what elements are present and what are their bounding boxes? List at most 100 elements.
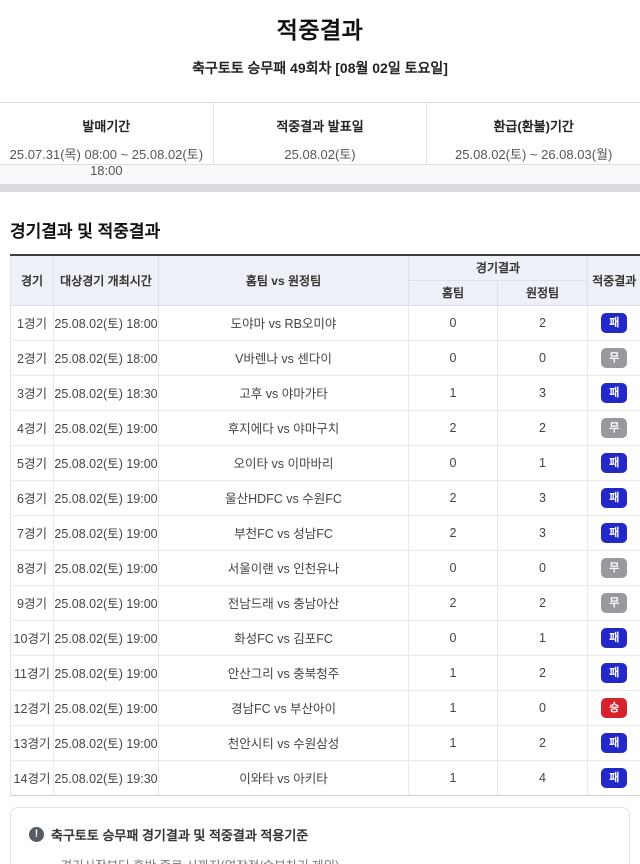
table-row: 4경기 25.08.02(토) 19:00 후지에다 vs 야마구치 2 2 무 <box>11 410 640 445</box>
match-teams: V바렌나 vs 센다이 <box>159 340 409 375</box>
match-time: 25.08.02(토) 19:00 <box>54 585 159 620</box>
match-teams: 도야마 vs RB오미야 <box>159 305 409 340</box>
col-header-teams: 홈팀 vs 원정팀 <box>159 255 409 305</box>
away-score: 3 <box>498 515 588 550</box>
away-score: 0 <box>498 690 588 725</box>
table-row: 10경기 25.08.02(토) 19:00 화성FC vs 김포FC 0 1 … <box>11 620 640 655</box>
hit-result-cell: 무 <box>588 340 640 375</box>
match-number: 8경기 <box>11 550 54 585</box>
match-results-table: 경기 대상경기 개최시간 홈팀 vs 원정팀 경기결과 적중결과 홈팀 원정팀 … <box>10 254 640 796</box>
match-teams: 전남드래 vs 충남아산 <box>159 585 409 620</box>
result-announce-value: 25.08.02(토) <box>214 144 427 163</box>
match-teams: 오이타 vs 이마바리 <box>159 445 409 480</box>
match-time: 25.08.02(토) 18:30 <box>54 375 159 410</box>
hit-result-badge: 패 <box>601 488 627 508</box>
away-score: 0 <box>498 550 588 585</box>
result-announce-date: 적중결과 발표일 25.08.02(토) <box>213 103 427 164</box>
match-number: 14경기 <box>11 760 54 795</box>
hit-result-cell: 패 <box>588 305 640 340</box>
period-info-bar: 발매기간 25.07.31(목) 08:00 ~ 25.08.02(토) 18:… <box>0 102 640 165</box>
section-divider-dark <box>0 184 640 192</box>
match-number: 6경기 <box>11 480 54 515</box>
col-header-match: 경기 <box>11 255 54 305</box>
match-number: 2경기 <box>11 340 54 375</box>
hit-result-cell: 패 <box>588 480 640 515</box>
page: 적중결과 축구토토 승무패 49회차 [08월 02일 토요일] 발매기간 25… <box>0 0 640 864</box>
home-score: 0 <box>409 340 498 375</box>
footer-note-line: - 경기시작부터 후반 종료 시까지(연장전/승부차기 제외) <box>53 855 611 864</box>
info-icon: ! <box>29 827 44 842</box>
match-teams: 고후 vs 야마가타 <box>159 375 409 410</box>
away-score: 0 <box>498 340 588 375</box>
hit-result-cell: 패 <box>588 445 640 480</box>
match-teams: 경남FC vs 부산아이 <box>159 690 409 725</box>
away-score: 2 <box>498 410 588 445</box>
match-time: 25.08.02(토) 19:00 <box>54 515 159 550</box>
table-body: 1경기 25.08.02(토) 18:00 도야마 vs RB오미야 0 2 패… <box>11 305 640 795</box>
table-row: 5경기 25.08.02(토) 19:00 오이타 vs 이마바리 0 1 패 <box>11 445 640 480</box>
match-teams: 울산HDFC vs 수원FC <box>159 480 409 515</box>
match-number: 5경기 <box>11 445 54 480</box>
table-row: 13경기 25.08.02(토) 19:00 천안시티 vs 수원삼성 1 2 … <box>11 725 640 760</box>
hit-result-badge: 패 <box>601 628 627 648</box>
match-number: 7경기 <box>11 515 54 550</box>
table-row: 2경기 25.08.02(토) 18:00 V바렌나 vs 센다이 0 0 무 <box>11 340 640 375</box>
match-teams: 부천FC vs 성남FC <box>159 515 409 550</box>
table-row: 3경기 25.08.02(토) 18:30 고후 vs 야마가타 1 3 패 <box>11 375 640 410</box>
home-score: 0 <box>409 620 498 655</box>
table-row: 6경기 25.08.02(토) 19:00 울산HDFC vs 수원FC 2 3… <box>11 480 640 515</box>
hit-result-badge: 무 <box>601 418 627 438</box>
home-score: 1 <box>409 375 498 410</box>
match-number: 9경기 <box>11 585 54 620</box>
page-title: 적중결과 <box>0 11 640 45</box>
match-number: 12경기 <box>11 690 54 725</box>
refund-period-value: 25.08.02(토) ~ 26.08.03(월) <box>427 144 640 163</box>
hit-result-badge: 패 <box>601 733 627 753</box>
hit-result-cell: 패 <box>588 655 640 690</box>
match-time: 25.08.02(토) 19:00 <box>54 550 159 585</box>
hit-result-cell: 패 <box>588 375 640 410</box>
match-teams: 화성FC vs 김포FC <box>159 620 409 655</box>
col-header-home: 홈팀 <box>409 280 498 305</box>
home-score: 2 <box>409 585 498 620</box>
match-number: 3경기 <box>11 375 54 410</box>
hit-result-badge: 패 <box>601 663 627 683</box>
footer-title-row: ! 축구토토 승무패 경기결과 및 적중결과 적용기준 <box>29 825 611 844</box>
home-score: 1 <box>409 760 498 795</box>
home-score: 0 <box>409 550 498 585</box>
hit-result-badge: 패 <box>601 313 627 333</box>
footer-note-box: ! 축구토토 승무패 경기결과 및 적중결과 적용기준 - 경기시작부터 후반 … <box>10 807 630 864</box>
hit-result-badge: 패 <box>601 453 627 473</box>
hit-result-cell: 무 <box>588 550 640 585</box>
table-header: 경기 대상경기 개최시간 홈팀 vs 원정팀 경기결과 적중결과 홈팀 원정팀 <box>11 255 640 305</box>
away-score: 3 <box>498 480 588 515</box>
match-teams: 서울이랜 vs 인천유나 <box>159 550 409 585</box>
col-header-hit: 적중결과 <box>588 255 640 305</box>
match-teams: 이와타 vs 아키타 <box>159 760 409 795</box>
away-score: 2 <box>498 725 588 760</box>
match-number: 4경기 <box>11 410 54 445</box>
hit-result-cell: 패 <box>588 760 640 795</box>
away-score: 2 <box>498 655 588 690</box>
table-row: 9경기 25.08.02(토) 19:00 전남드래 vs 충남아산 2 2 무 <box>11 585 640 620</box>
round-subtitle: 축구토토 승무패 49회차 [08월 02일 토요일] <box>0 58 640 78</box>
match-time: 25.08.02(토) 19:00 <box>54 620 159 655</box>
section-title: 경기결과 및 적중결과 <box>10 217 630 242</box>
match-time: 25.08.02(토) 19:30 <box>54 760 159 795</box>
home-score: 1 <box>409 725 498 760</box>
match-number: 1경기 <box>11 305 54 340</box>
refund-period: 환급(환불)기간 25.08.02(토) ~ 26.08.03(월) <box>426 103 640 164</box>
table-row: 8경기 25.08.02(토) 19:00 서울이랜 vs 인천유나 0 0 무 <box>11 550 640 585</box>
col-header-result-group: 경기결과 <box>409 255 588 280</box>
result-announce-label: 적중결과 발표일 <box>214 116 427 135</box>
home-score: 2 <box>409 410 498 445</box>
hit-result-badge: 무 <box>601 348 627 368</box>
match-teams: 안산그리 vs 충북청주 <box>159 655 409 690</box>
hit-result-cell: 패 <box>588 725 640 760</box>
match-time: 25.08.02(토) 19:00 <box>54 445 159 480</box>
hit-result-badge: 패 <box>601 523 627 543</box>
col-header-time: 대상경기 개최시간 <box>54 255 159 305</box>
hit-result-badge: 패 <box>601 383 627 403</box>
hit-result-cell: 무 <box>588 585 640 620</box>
hit-result-cell: 패 <box>588 515 640 550</box>
